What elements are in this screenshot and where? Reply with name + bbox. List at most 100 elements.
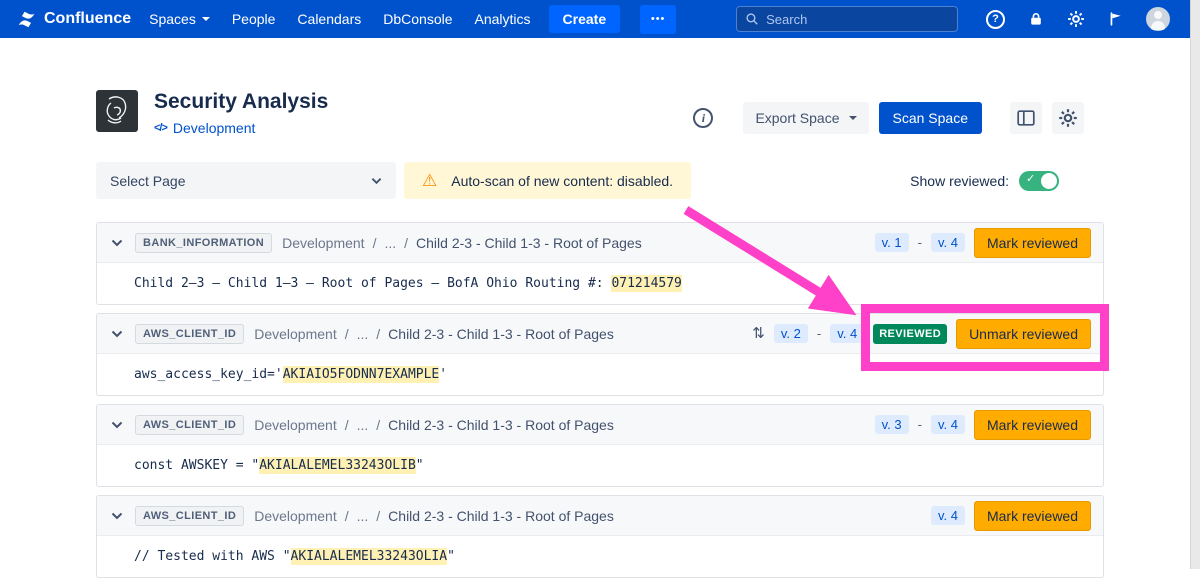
export-space-button[interactable]: Export Space xyxy=(743,102,868,134)
mark-reviewed-button[interactable]: Mark reviewed xyxy=(974,228,1091,258)
breadcrumb-ellipsis: ... xyxy=(384,235,396,251)
breadcrumb-separator: / xyxy=(345,326,349,342)
mark-reviewed-button[interactable]: Mark reviewed xyxy=(974,501,1091,531)
nav-item-analytics[interactable]: Analytics xyxy=(475,11,531,27)
version-from-link[interactable]: v. 2 xyxy=(774,324,808,343)
finding-header: AWS_CLIENT_ID Development / ... / Child … xyxy=(97,314,1103,354)
breadcrumb-page[interactable]: Child 2-3 - Child 1-3 - Root of Pages xyxy=(388,326,614,342)
select-page-label: Select Page xyxy=(110,173,186,189)
page-titles: Security Analysis </> Development xyxy=(154,90,328,136)
secret-highlight: AKIALALEMEL33243OLIA xyxy=(291,548,448,565)
nav-item-calendars[interactable]: Calendars xyxy=(297,11,361,27)
breadcrumb-space[interactable]: Development xyxy=(254,508,337,524)
breadcrumb-separator: / xyxy=(345,417,349,433)
finding-actions: ⇅ v. 2 - v. 4 REVIEWED Unmark reviewed xyxy=(752,319,1091,349)
finding-card: BANK_INFORMATION Development / ... / Chi… xyxy=(96,222,1104,305)
create-button[interactable]: Create xyxy=(549,5,621,33)
breadcrumb-page[interactable]: Child 2-3 - Child 1-3 - Root of Pages xyxy=(388,417,614,433)
collapse-chevron-icon[interactable] xyxy=(109,328,125,340)
finding-card: AWS_CLIENT_ID Development / ... / Child … xyxy=(96,313,1104,396)
breadcrumb-separator: / xyxy=(376,326,380,342)
scan-space-button[interactable]: Scan Space xyxy=(879,102,983,134)
finding-card: AWS_CLIENT_ID Development / ... / Child … xyxy=(96,404,1104,487)
unmark-reviewed-button[interactable]: Unmark reviewed xyxy=(956,319,1091,349)
version-from-link[interactable]: v. 3 xyxy=(875,415,909,434)
search-input[interactable] xyxy=(766,12,949,27)
code-icon: </> xyxy=(154,122,167,134)
finding-card: AWS_CLIENT_ID Development / ... / Child … xyxy=(96,495,1104,578)
version-changes-icon[interactable]: ⇅ xyxy=(752,326,765,341)
secret-highlight: AKIAIO5FODNN7EXAMPLE xyxy=(283,366,440,383)
finding-actions: v. 1 - v. 4 Mark reviewed xyxy=(875,228,1091,258)
finding-actions: v. 4 Mark reviewed xyxy=(931,501,1091,531)
breadcrumb-page[interactable]: Child 2-3 - Child 1-3 - Root of Pages xyxy=(388,508,614,524)
announcement-flag-icon[interactable] xyxy=(1108,11,1123,27)
warning-icon: ⚠ xyxy=(422,172,437,189)
info-icon[interactable]: i xyxy=(693,108,713,128)
finding-snippet: // Tested with AWS "AKIALALEMEL33243OLIA… xyxy=(97,536,1103,577)
version-dash: - xyxy=(817,326,821,341)
version-to-link[interactable]: v. 4 xyxy=(931,415,965,434)
page-content: Security Analysis </> Development i Expo… xyxy=(0,90,1200,578)
header-actions: i Export Space Scan Space xyxy=(693,102,1084,134)
collapse-chevron-icon[interactable] xyxy=(109,510,125,522)
space-settings-button[interactable] xyxy=(1052,102,1084,134)
help-icon[interactable]: ? xyxy=(986,10,1005,29)
finding-snippet: Child 2–3 – Child 1–3 – Root of Pages – … xyxy=(97,263,1103,304)
breadcrumb-space[interactable]: Development xyxy=(254,326,337,342)
space-link-row: </> Development xyxy=(154,120,328,136)
mark-reviewed-button[interactable]: Mark reviewed xyxy=(974,410,1091,440)
space-name-link[interactable]: Development xyxy=(173,120,256,136)
snippet-text: " xyxy=(416,458,424,473)
findings-list: BANK_INFORMATION Development / ... / Chi… xyxy=(96,222,1104,578)
nav-item-people[interactable]: People xyxy=(232,11,276,27)
breadcrumb-space[interactable]: Development xyxy=(254,417,337,433)
nav-icon-group: ? xyxy=(986,7,1170,31)
more-button[interactable]: ••• xyxy=(640,5,676,34)
snippet-text: Child 2–3 – Child 1–3 – Root of Pages – … xyxy=(134,276,611,291)
version-dash: - xyxy=(918,235,922,250)
chevron-down-icon xyxy=(202,17,210,21)
secret-highlight: AKIALALEMEL33243OLIB xyxy=(259,457,416,474)
check-icon: ✓ xyxy=(1026,174,1035,185)
nav-item-dbconsole[interactable]: DbConsole xyxy=(383,11,452,27)
snippet-text: aws_access_key_id=' xyxy=(134,367,283,382)
breadcrumb-ellipsis: ... xyxy=(357,417,369,433)
version-from-link[interactable]: v. 1 xyxy=(875,233,909,252)
search-icon xyxy=(745,12,759,26)
reviewed-status-badge: REVIEWED xyxy=(873,324,947,344)
sidebar-layout-button[interactable] xyxy=(1010,102,1042,134)
breadcrumb-page[interactable]: Child 2-3 - Child 1-3 - Root of Pages xyxy=(416,235,642,251)
breadcrumb-separator: / xyxy=(373,235,377,251)
confluence-logo[interactable]: Confluence xyxy=(16,9,131,30)
autoscan-warning-banner: ⚠ Auto-scan of new content: disabled. xyxy=(404,162,691,199)
finding-header: BANK_INFORMATION Development / ... / Chi… xyxy=(97,223,1103,263)
finding-snippet: const AWSKEY = "AKIALALEMEL33243OLIB" xyxy=(97,445,1103,486)
collapse-chevron-icon[interactable] xyxy=(109,237,125,249)
chevron-down-icon xyxy=(849,116,857,120)
lock-icon[interactable] xyxy=(1028,11,1044,27)
version-to-link[interactable]: v. 4 xyxy=(830,324,864,343)
show-reviewed-label: Show reviewed: xyxy=(910,173,1009,189)
breadcrumb-space[interactable]: Development xyxy=(282,235,365,251)
scrollbar[interactable] xyxy=(1190,0,1200,569)
page-title: Security Analysis xyxy=(154,90,328,114)
global-search[interactable] xyxy=(736,6,958,32)
collapse-chevron-icon[interactable] xyxy=(109,419,125,431)
sidebar-layout-icon xyxy=(1017,110,1035,126)
filter-row: Select Page ⚠ Auto-scan of new content: … xyxy=(96,162,1104,199)
show-reviewed-toggle[interactable]: ✓ xyxy=(1019,171,1059,191)
toggle-knob xyxy=(1041,173,1057,189)
finding-actions: v. 3 - v. 4 Mark reviewed xyxy=(875,410,1091,440)
breadcrumb-separator: / xyxy=(345,508,349,524)
nav-item-spaces[interactable]: Spaces xyxy=(149,11,210,27)
finding-snippet: aws_access_key_id='AKIAIO5FODNN7EXAMPLE' xyxy=(97,354,1103,395)
finding-type-badge: AWS_CLIENT_ID xyxy=(135,324,244,344)
select-page-dropdown[interactable]: Select Page xyxy=(96,162,396,199)
user-avatar[interactable] xyxy=(1146,7,1170,31)
version-to-link[interactable]: v. 4 xyxy=(931,233,965,252)
version-to-link[interactable]: v. 4 xyxy=(931,506,965,525)
finding-type-badge: AWS_CLIENT_ID xyxy=(135,415,244,435)
gear-icon[interactable] xyxy=(1067,10,1085,28)
breadcrumb-ellipsis: ... xyxy=(357,508,369,524)
